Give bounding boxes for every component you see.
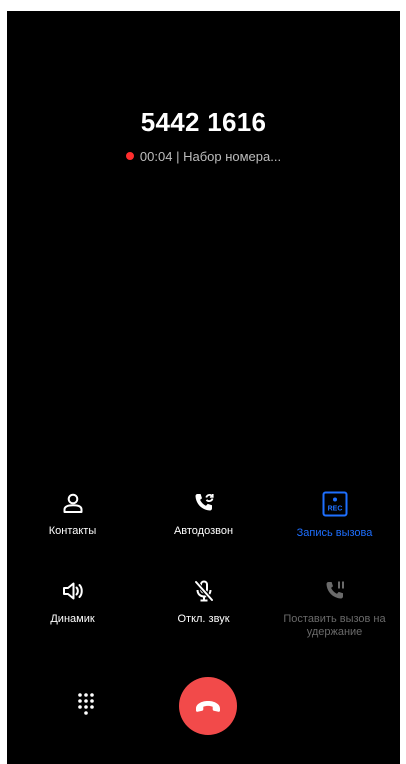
status-separator: | bbox=[176, 149, 180, 164]
contacts-label: Контакты bbox=[48, 525, 97, 537]
auto-redial-button[interactable]: Автодозвон bbox=[138, 491, 269, 538]
hold-call-label: Поставить вызов на удержание bbox=[283, 613, 386, 638]
dialpad-icon bbox=[78, 693, 94, 715]
phone-number: 5442 1616 bbox=[140, 107, 267, 137]
speaker-button[interactable]: Динамик bbox=[7, 579, 138, 626]
mute-button[interactable]: Откл. звук bbox=[138, 579, 269, 626]
hold-call-button[interactable]: Поставить вызов на удержание bbox=[269, 579, 400, 639]
speaker-label: Динамик bbox=[50, 613, 95, 625]
record-call-label: Запись вызова bbox=[296, 527, 373, 539]
end-call-icon bbox=[196, 701, 220, 712]
person-icon bbox=[63, 493, 82, 513]
call-status: 00:04 | Набор номера... bbox=[7, 149, 400, 164]
recording-dot-icon bbox=[125, 152, 134, 160]
rec-badge: REC bbox=[327, 506, 342, 513]
auto-redial-label: Автодозвон bbox=[173, 525, 234, 537]
mute-label: Откл. звук bbox=[177, 613, 230, 625]
end-call-button[interactable] bbox=[179, 677, 237, 735]
speaker-icon bbox=[62, 582, 83, 600]
call-state: Набор номера... bbox=[183, 149, 282, 164]
auto-redial-icon bbox=[195, 493, 214, 511]
record-call-button[interactable]: REC Запись вызова bbox=[269, 491, 400, 540]
mic-off-icon bbox=[194, 580, 213, 602]
rec-icon: REC bbox=[322, 491, 347, 517]
call-screen: 5442 1616 00:04 | Набор номера... Контак… bbox=[7, 11, 400, 764]
dialpad-button[interactable] bbox=[73, 691, 99, 717]
call-timer: 00:04 bbox=[139, 149, 173, 164]
phone-pause-icon bbox=[326, 581, 344, 599]
contacts-button[interactable]: Контакты bbox=[7, 491, 138, 538]
